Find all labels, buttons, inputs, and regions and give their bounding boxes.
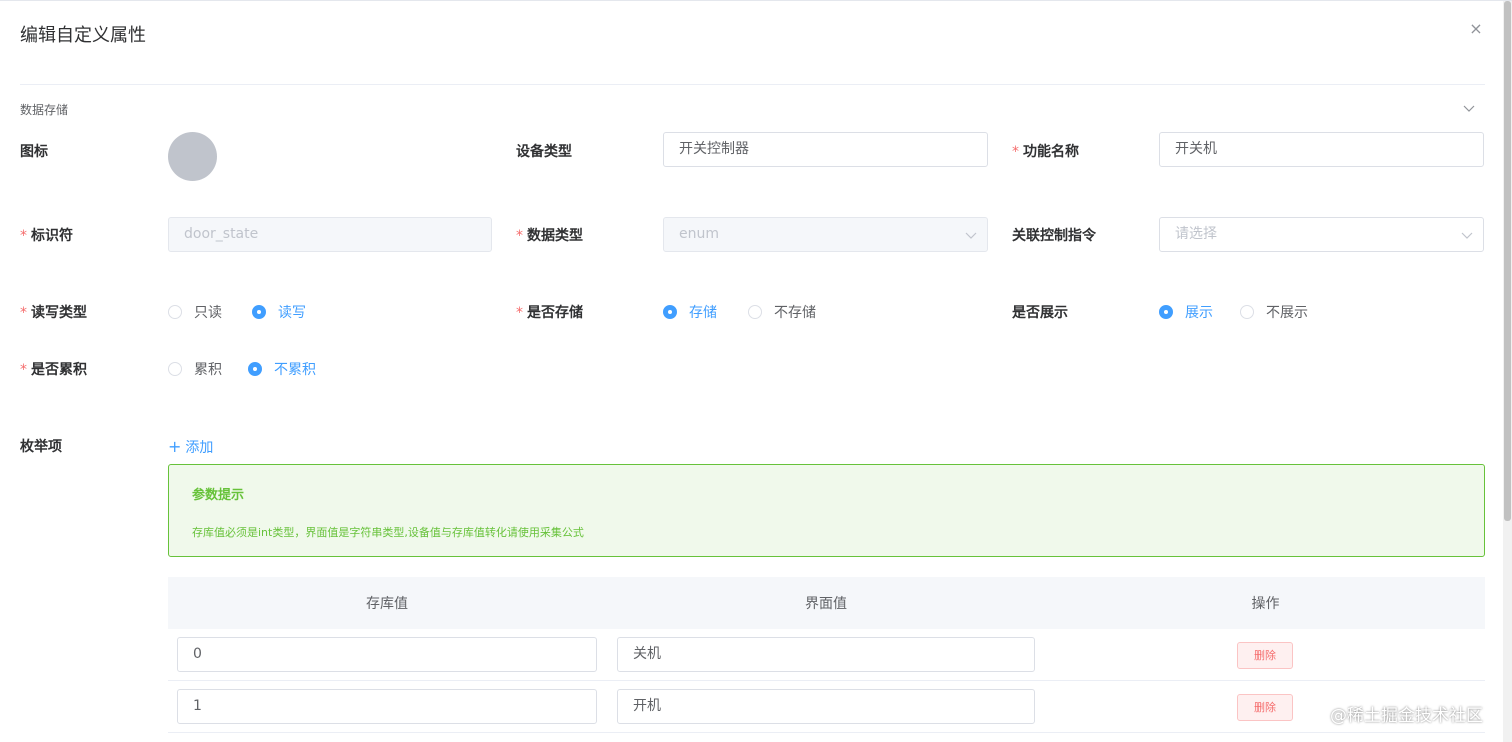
add-enum-button[interactable]: + 添加 bbox=[168, 437, 213, 457]
store-value-input[interactable]: 0 bbox=[177, 637, 597, 672]
store-label: * 是否存储 bbox=[516, 305, 583, 321]
watermark: @稀土掘金技术社区 bbox=[1330, 706, 1483, 726]
edit-attribute-dialog: 编辑自定义属性 × 数据存储 图标 设备类型 开关控制器 * 功能名称 开关机 *… bbox=[0, 0, 1512, 742]
radio-circle bbox=[663, 305, 677, 319]
radio-readonly[interactable]: 只读 bbox=[168, 302, 222, 322]
radio-circle bbox=[168, 362, 182, 376]
radio-store[interactable]: 存储 bbox=[663, 302, 717, 322]
radio-circle bbox=[1240, 305, 1254, 319]
radio-circle bbox=[248, 362, 262, 376]
data-type-value: enum bbox=[679, 226, 719, 242]
device-type-field[interactable]: 开关控制器 bbox=[663, 132, 988, 167]
dialog-title: 编辑自定义属性 bbox=[20, 25, 146, 46]
data-type-select[interactable]: enum bbox=[663, 217, 988, 252]
icon-label: 图标 bbox=[20, 144, 48, 160]
param-tip-alert: 参数提示 存库值必须是int类型，界面值是字符串类型,设备值与存库值转化请使用采… bbox=[168, 464, 1485, 557]
store-value-input[interactable]: 1 bbox=[177, 689, 597, 724]
function-name-field[interactable]: 开关机 bbox=[1159, 132, 1484, 167]
alert-description: 存库值必须是int类型，界面值是字符串类型,设备值与存库值转化请使用采集公式 bbox=[192, 526, 584, 539]
identifier-field[interactable]: door_state bbox=[168, 217, 492, 252]
radio-circle bbox=[252, 305, 266, 319]
scrollbar[interactable] bbox=[1503, 1, 1512, 742]
column-header: 界面值 bbox=[805, 596, 847, 612]
column-header: 存库值 bbox=[366, 596, 408, 612]
device-type-label: 设备类型 bbox=[516, 144, 572, 160]
radio-display[interactable]: 展示 bbox=[1159, 302, 1213, 322]
display-value-input[interactable]: 关机 bbox=[617, 637, 1035, 672]
enum-label: 枚举项 bbox=[20, 439, 62, 455]
radio-circle bbox=[1159, 305, 1173, 319]
table-header: 存库值 界面值 操作 bbox=[168, 577, 1485, 629]
radio-accumulate[interactable]: 累积 bbox=[168, 359, 222, 379]
alert-title: 参数提示 bbox=[192, 488, 245, 503]
chevron-down-icon bbox=[965, 232, 977, 239]
delete-button[interactable]: 删除 bbox=[1237, 642, 1293, 669]
table-row: 1 开机 删除 bbox=[168, 681, 1485, 733]
control-cmd-placeholder: 请选择 bbox=[1175, 226, 1217, 242]
chevron-down-icon bbox=[1461, 232, 1473, 239]
radio-no-accumulate[interactable]: 不累积 bbox=[248, 359, 316, 379]
section-title: 数据存储 bbox=[20, 103, 69, 117]
radio-no-store[interactable]: 不存储 bbox=[748, 302, 816, 322]
chevron-down-icon[interactable] bbox=[1462, 101, 1476, 115]
display-value-input[interactable]: 开机 bbox=[617, 689, 1035, 724]
column-header: 操作 bbox=[1251, 596, 1280, 612]
radio-no-display[interactable]: 不展示 bbox=[1240, 302, 1308, 322]
control-cmd-label: 关联控制指令 bbox=[1012, 228, 1096, 244]
radio-circle bbox=[168, 305, 182, 319]
close-icon[interactable]: × bbox=[1466, 19, 1486, 39]
plus-icon: + bbox=[168, 437, 182, 456]
identifier-label: * 标识符 bbox=[20, 228, 73, 244]
scrollbar-thumb[interactable] bbox=[1504, 1, 1511, 521]
enum-table: 存库值 界面值 操作 0 关机 删除 1 开机 删除 bbox=[168, 577, 1485, 733]
rw-type-label: * 读写类型 bbox=[20, 305, 87, 321]
header-divider bbox=[20, 84, 1485, 85]
delete-button[interactable]: 删除 bbox=[1237, 694, 1293, 721]
radio-readwrite[interactable]: 读写 bbox=[252, 302, 306, 322]
avatar[interactable] bbox=[168, 132, 217, 181]
radio-circle bbox=[748, 305, 762, 319]
data-type-label: * 数据类型 bbox=[516, 228, 583, 244]
display-label: 是否展示 bbox=[1012, 305, 1068, 321]
accumulate-label: * 是否累积 bbox=[20, 362, 87, 378]
table-row: 0 关机 删除 bbox=[168, 629, 1485, 681]
control-cmd-select[interactable]: 请选择 bbox=[1159, 217, 1484, 252]
function-name-label: * 功能名称 bbox=[1012, 144, 1079, 160]
